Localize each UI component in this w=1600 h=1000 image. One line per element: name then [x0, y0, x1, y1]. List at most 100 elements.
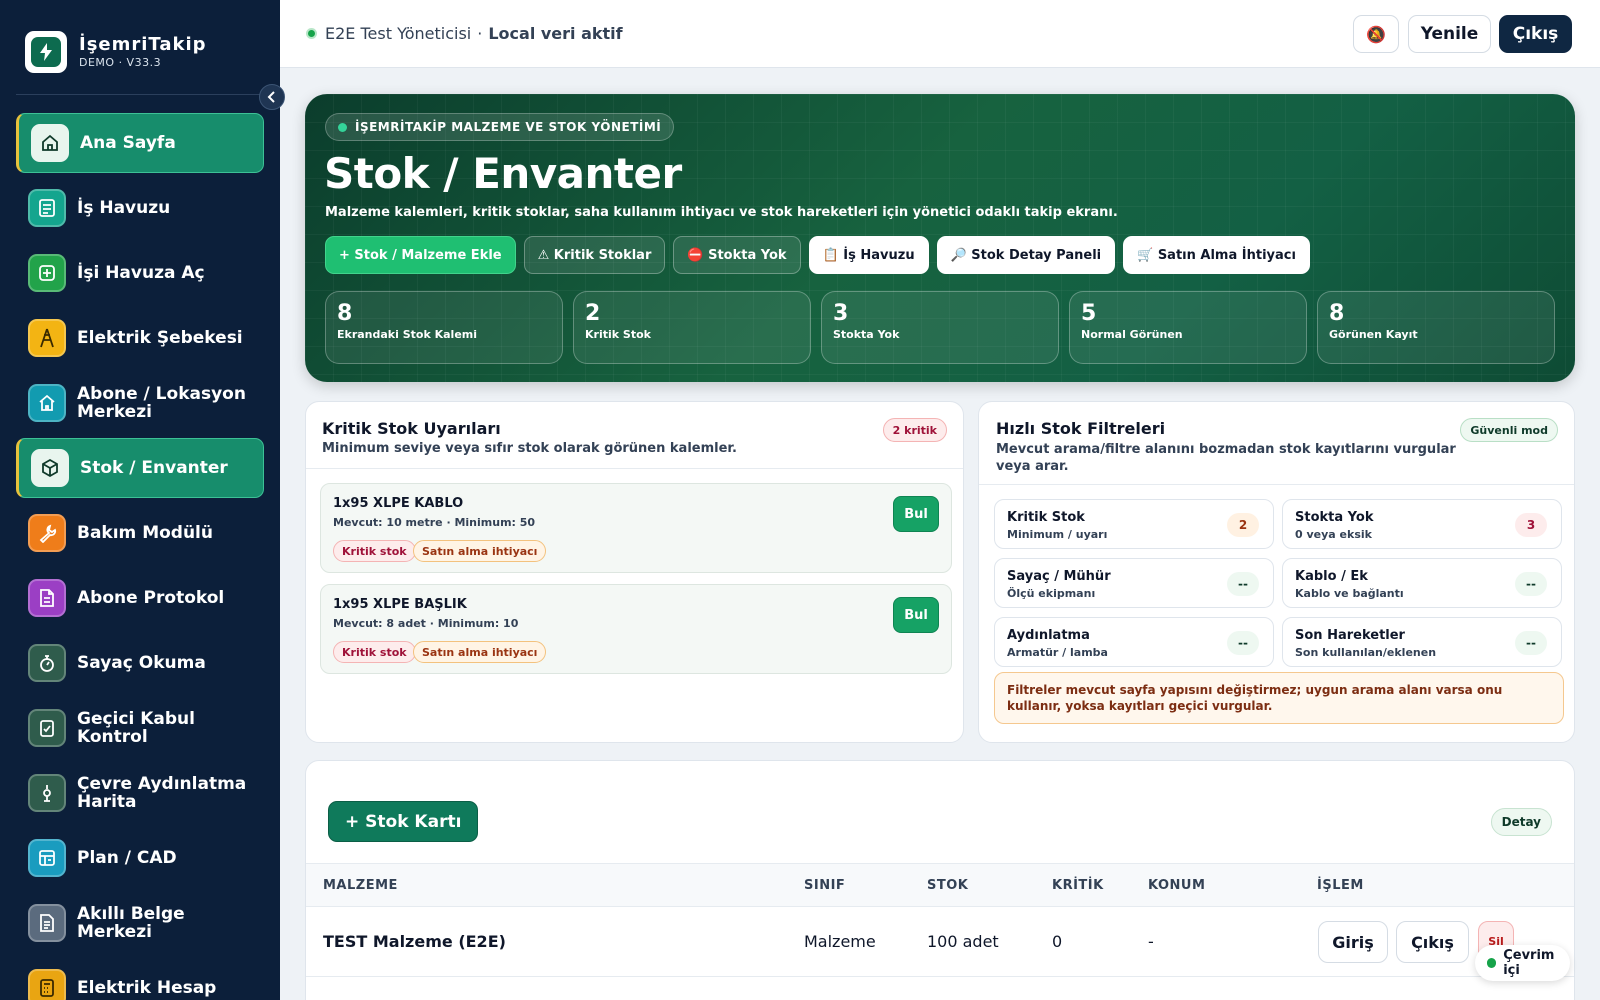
sidebar-collapse-button[interactable] [259, 84, 285, 110]
sidebar: İşemriTakip DEMO · V33.3 Ana Sayfa İş Ha… [0, 0, 280, 1000]
bolt-icon [31, 37, 61, 67]
sidebar-item-elektrik-hesap[interactable]: Elektrik Hesap [16, 958, 264, 1000]
card-subtitle: Mevcut arama/filtre alanını bozmadan sto… [996, 442, 1456, 474]
find-button[interactable]: Bul [893, 597, 939, 633]
filter-meter-seal[interactable]: Sayaç / Mühür Ölçü ekipmanı -- [994, 558, 1274, 608]
stock-in-button[interactable]: Giriş [1318, 921, 1388, 963]
stock-detail-panel-button[interactable]: 🔎 Stok Detay Paneli [936, 236, 1116, 274]
plus-square-icon [28, 254, 66, 292]
online-dot [1487, 958, 1497, 968]
job-pool-button[interactable]: 📋 İş Havuzu [808, 236, 929, 274]
item-name: 1x95 XLPE BAŞLIK [333, 597, 467, 612]
sidebar-item-isi-havuza-ac[interactable]: İşi Havuza Aç [16, 243, 264, 303]
find-button[interactable]: Bul [893, 496, 939, 532]
sidebar-item-is-havuzu[interactable]: İş Havuzu [16, 178, 264, 238]
add-stock-card-button[interactable]: + Stok Kartı [328, 801, 479, 842]
purchase-tag: Satın alma ihtiyacı [413, 540, 547, 562]
critical-count-badge: 2 kritik [882, 418, 947, 442]
sidebar-item-sayac-okuma[interactable]: Sayaç Okuma [16, 633, 264, 693]
filter-title: Aydınlatma [1007, 628, 1090, 643]
sidebar-item-ana-sayfa[interactable]: Ana Sayfa [16, 113, 264, 173]
column-header[interactable]: STOK [927, 878, 968, 893]
sidebar-item-label: İş Havuzu [77, 198, 171, 218]
critical-stock-card: Kritik Stok Uyarıları Minimum seviye vey… [305, 401, 964, 743]
sidebar-item-label: Bakım Modülü [77, 523, 213, 543]
filter-title: Son Hareketler [1295, 628, 1405, 643]
current-user: E2E Test Yöneticisi [325, 24, 472, 43]
sidebar-item-label: Çevre Aydınlatma Harita [77, 774, 247, 812]
filter-out-of-stock[interactable]: Stokta Yok 0 veya eksik 3 [1282, 499, 1562, 549]
stat-card: 8 Ekrandaki Stok Kalemi [325, 291, 563, 364]
table-row[interactable]: TEST Malzeme (E2E) Malzeme 100 adet 0 - … [306, 907, 1574, 977]
critical-item: 1x95 XLPE BAŞLIK Mevcut: 8 adet · Minimu… [320, 584, 952, 674]
sidebar-item-abone-protokol[interactable]: Abone Protokol [16, 568, 264, 628]
lamp-icon [28, 774, 66, 812]
filter-subtitle: 0 veya eksik [1295, 528, 1372, 541]
stat-label: Görünen Kayıt [1329, 328, 1418, 341]
filter-count: -- [1515, 572, 1547, 596]
stat-card: 2 Kritik Stok [573, 291, 811, 364]
sidebar-item-label: Plan / CAD [77, 848, 177, 868]
sidebar-item-plan-cad[interactable]: Plan / CAD [16, 828, 264, 888]
sidebar-item-abone-lokasyon[interactable]: Abone / Lokasyon Merkezi [16, 373, 264, 433]
sidebar-nav: Ana Sayfa İş Havuzu İşi Havuza Aç Elektr… [16, 113, 264, 1000]
stat-value: 5 [1081, 301, 1097, 326]
critical-item: 1x95 XLPE KABLO Mevcut: 10 metre · Minim… [320, 483, 952, 573]
filter-subtitle: Kablo ve bağlantı [1295, 587, 1404, 600]
stat-card: 5 Normal Görünen [1069, 291, 1307, 364]
refresh-button[interactable]: Yenile [1408, 15, 1491, 53]
quick-filters-card: Hızlı Stok Filtreleri Mevcut arama/filtr… [978, 401, 1575, 743]
notification-button[interactable]: 🔕 [1353, 15, 1399, 53]
filter-lighting[interactable]: Aydınlatma Armatür / lamba -- [994, 617, 1274, 667]
logout-button[interactable]: Çıkış [1499, 15, 1572, 53]
blueprint-icon [28, 839, 66, 877]
filter-cable[interactable]: Kablo / Ek Kablo ve bağlantı -- [1282, 558, 1562, 608]
column-header[interactable]: KONUM [1148, 878, 1205, 893]
filter-subtitle: Son kullanılan/eklenen [1295, 646, 1437, 659]
column-header[interactable]: SINIF [804, 878, 845, 893]
item-name: 1x95 XLPE KABLO [333, 496, 464, 511]
sidebar-item-akilli-belge[interactable]: Akıllı Belge Merkezi [16, 893, 264, 953]
filter-recent-moves[interactable]: Son Hareketler Son kullanılan/eklenen -- [1282, 617, 1562, 667]
file-icon [28, 904, 66, 942]
brand[interactable]: İşemriTakip DEMO · V33.3 [25, 31, 207, 73]
item-meta: Mevcut: 10 metre · Minimum: 50 [333, 516, 536, 529]
wrench-icon [28, 514, 66, 552]
sidebar-item-label: Abone / Lokasyon Merkezi [77, 384, 246, 422]
sidebar-item-stok-envanter[interactable]: Stok / Envanter [16, 438, 264, 498]
sidebar-item-bakim-modulu[interactable]: Bakım Modülü [16, 503, 264, 563]
out-of-stock-button[interactable]: ⛔ Stokta Yok [673, 236, 801, 274]
brand-version: DEMO · V33.3 [79, 56, 162, 69]
connection-label: Çevrim içi [1503, 948, 1555, 978]
cell-location: - [1148, 932, 1154, 951]
add-stock-button[interactable]: + Stok / Malzeme Ekle [325, 236, 516, 274]
purchase-need-button[interactable]: 🛒 Satın Alma İhtiyacı [1123, 236, 1310, 274]
calculator-icon [28, 969, 66, 1000]
check-clipboard-icon [28, 709, 66, 747]
page-subtitle: Malzeme kalemleri, kritik stoklar, saha … [325, 205, 1118, 220]
sidebar-item-gecici-kabul[interactable]: Geçici Kabul Kontrol [16, 698, 264, 758]
sidebar-item-label: Elektrik Hesap [77, 978, 217, 998]
filter-critical-stock[interactable]: Kritik Stok Minimum / uyarı 2 [994, 499, 1274, 549]
column-header[interactable]: KRİTİK [1052, 878, 1104, 893]
cell-stock: 100 adet [927, 932, 999, 951]
sidebar-item-elektrik-sebekesi[interactable]: Elektrik Şebekesi [16, 308, 264, 368]
filter-count: -- [1515, 631, 1547, 655]
table-header: MALZEME SINIF STOK KRİTİK KONUM İŞLEM [306, 863, 1574, 907]
stock-out-button[interactable]: Çıkış [1396, 921, 1469, 963]
cell-material: TEST Malzeme (E2E) [323, 932, 506, 951]
critical-stock-button[interactable]: ⚠ Kritik Stoklar [523, 236, 666, 274]
detail-button[interactable]: Detay [1490, 808, 1552, 836]
critical-tag: Kritik stok [333, 540, 416, 562]
critical-tag: Kritik stok [333, 641, 416, 663]
stat-label: Kritik Stok [585, 328, 651, 341]
divider [306, 468, 963, 469]
filters-note: Filtreler mevcut sayfa yapısını değiştir… [994, 672, 1564, 724]
sidebar-item-cevre-aydinlatma[interactable]: Çevre Aydınlatma Harita [16, 763, 264, 823]
stat-value: 8 [337, 301, 353, 326]
stat-value: 2 [585, 301, 601, 326]
topbar: E2E Test Yöneticisi · Local veri aktif 🔕… [280, 0, 1600, 68]
cell-critical: 0 [1052, 932, 1063, 951]
column-header[interactable]: MALZEME [323, 878, 398, 893]
chevron-left-icon [267, 91, 275, 103]
